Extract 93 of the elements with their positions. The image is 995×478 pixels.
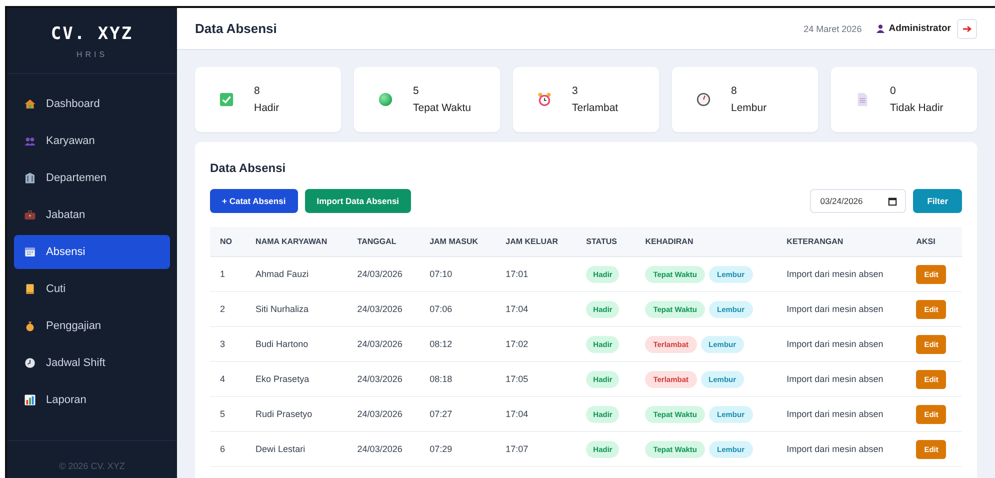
table-cell: 3 (210, 326, 246, 362)
clock-icon (24, 357, 36, 369)
table-cell: 24/03/2026 (347, 326, 420, 362)
table-cell: 17:02 (496, 326, 576, 362)
user-name: Administrator (888, 23, 951, 34)
logout-button[interactable] (957, 18, 977, 38)
date-field[interactable]: 03/24/2026 (810, 189, 906, 213)
table-cell: Import dari mesin absen (776, 432, 906, 466)
table-cell: 07:10 (420, 256, 496, 292)
table-cell: 08:12 (420, 326, 496, 362)
sidebar-item[interactable]: Laporan (14, 383, 170, 417)
column-header: TANGGAL (347, 227, 420, 256)
brand-name: CV. XYZ (50, 24, 134, 44)
stat-value: 8 (254, 85, 261, 97)
table-cell: 6 (210, 432, 246, 466)
import-button[interactable]: Import Data Absensi (304, 189, 412, 213)
table-cell: 24/03/2026 (347, 362, 420, 396)
arrow-icon (962, 24, 972, 32)
column-header: KETERANGAN (776, 227, 906, 256)
calendar-icon (24, 246, 36, 258)
column-header: NO (210, 227, 246, 256)
table-cell: Rudi Prasetyo (246, 396, 348, 432)
money-bag-icon (24, 320, 36, 332)
table-cell: 24/03/2026 (347, 292, 420, 326)
table-cell: Siti Nurhaliza (246, 292, 348, 326)
table-cell: 24/03/2026 (347, 256, 420, 292)
table-cell: Eko Prasetya (246, 362, 348, 396)
stat-label: Tidak Hadir (890, 102, 944, 114)
column-header: STATUS (576, 227, 636, 256)
sidebar-item[interactable]: Dashboard (14, 87, 170, 121)
date-text: 24 Maret 2026 (804, 24, 862, 34)
column-header: KEHADIRAN (635, 227, 777, 256)
stat-value: 5 (413, 85, 420, 97)
filter-button[interactable]: Filter (913, 189, 962, 213)
table-cell: 07:06 (420, 292, 496, 326)
table-cell: Dewi Lestari (246, 432, 348, 466)
table-cell: 5 (210, 396, 246, 432)
panel-title: Data Absensi (210, 161, 287, 175)
table-cell: 4 (210, 362, 246, 396)
table-cell: 17:05 (496, 362, 576, 396)
table-cell: Budi Hartono (246, 326, 348, 362)
circle-icon (378, 92, 393, 107)
table-cell: Import dari mesin absen (776, 256, 906, 292)
stopwatch-icon (696, 92, 711, 107)
check-icon (219, 92, 234, 107)
table-cell: 17:01 (496, 256, 576, 292)
stat-label: Tepat Waktu (413, 102, 471, 114)
table-cell: Import dari mesin absen (776, 326, 906, 362)
user-icon (876, 24, 885, 33)
column-header: NAMA KARYAWAN (246, 227, 348, 256)
stat-value: 0 (890, 85, 897, 97)
table-cell: 17:04 (496, 292, 576, 326)
table-cell: 08:18 (420, 362, 496, 396)
document-icon (855, 92, 870, 107)
sidebar-item[interactable]: Karyawan (14, 124, 170, 158)
building-icon (24, 172, 36, 184)
column-header: JAM MASUK (420, 227, 496, 256)
stat-label: Hadir (254, 102, 280, 114)
page-title: Data Absensi (195, 21, 278, 36)
alarm-clock-icon (537, 92, 552, 107)
column-header: JAM KELUAR (496, 227, 576, 256)
bar-chart-icon (24, 394, 36, 406)
stat-label: Terlambat (572, 102, 618, 114)
brand-subtitle: HRIS (76, 50, 108, 59)
stat-label: Lembur (731, 102, 767, 114)
sidebar-item[interactable]: Absensi (14, 235, 170, 269)
stat-value: 3 (572, 85, 579, 97)
table-cell: 1 (210, 256, 246, 292)
house-icon (24, 98, 36, 110)
column-header: AKSI (906, 227, 962, 256)
sidebar-item[interactable]: Jadwal Shift (14, 346, 170, 380)
table-cell: 2 (210, 292, 246, 326)
sidebar-item[interactable]: Departemen (14, 161, 170, 195)
briefcase-icon (24, 209, 36, 221)
table-cell: 07:27 (420, 396, 496, 432)
table-cell: Import dari mesin absen (776, 396, 906, 432)
table-cell: Import dari mesin absen (776, 362, 906, 396)
table-cell: 17:07 (496, 432, 576, 466)
table-cell: 07:29 (420, 432, 496, 466)
table-cell: 24/03/2026 (347, 432, 420, 466)
sidebar-item[interactable]: Cuti (14, 272, 170, 306)
stat-value: 8 (731, 85, 738, 97)
calendar-icon (888, 196, 898, 206)
add-attendance-button[interactable]: + Catat Absensi (210, 189, 298, 213)
scroll-icon (24, 283, 36, 295)
table-cell: 24/03/2026 (347, 396, 420, 432)
sidebar-item[interactable]: Penggajian (14, 309, 170, 343)
table-cell: Ahmad Fauzi (246, 256, 348, 292)
copyright-text: © 2026 CV. XYZ (59, 461, 125, 471)
people-icon (24, 135, 36, 147)
table-cell: 17:04 (496, 396, 576, 432)
sidebar-item[interactable]: Jabatan (14, 198, 170, 232)
table-cell: Import dari mesin absen (776, 292, 906, 326)
